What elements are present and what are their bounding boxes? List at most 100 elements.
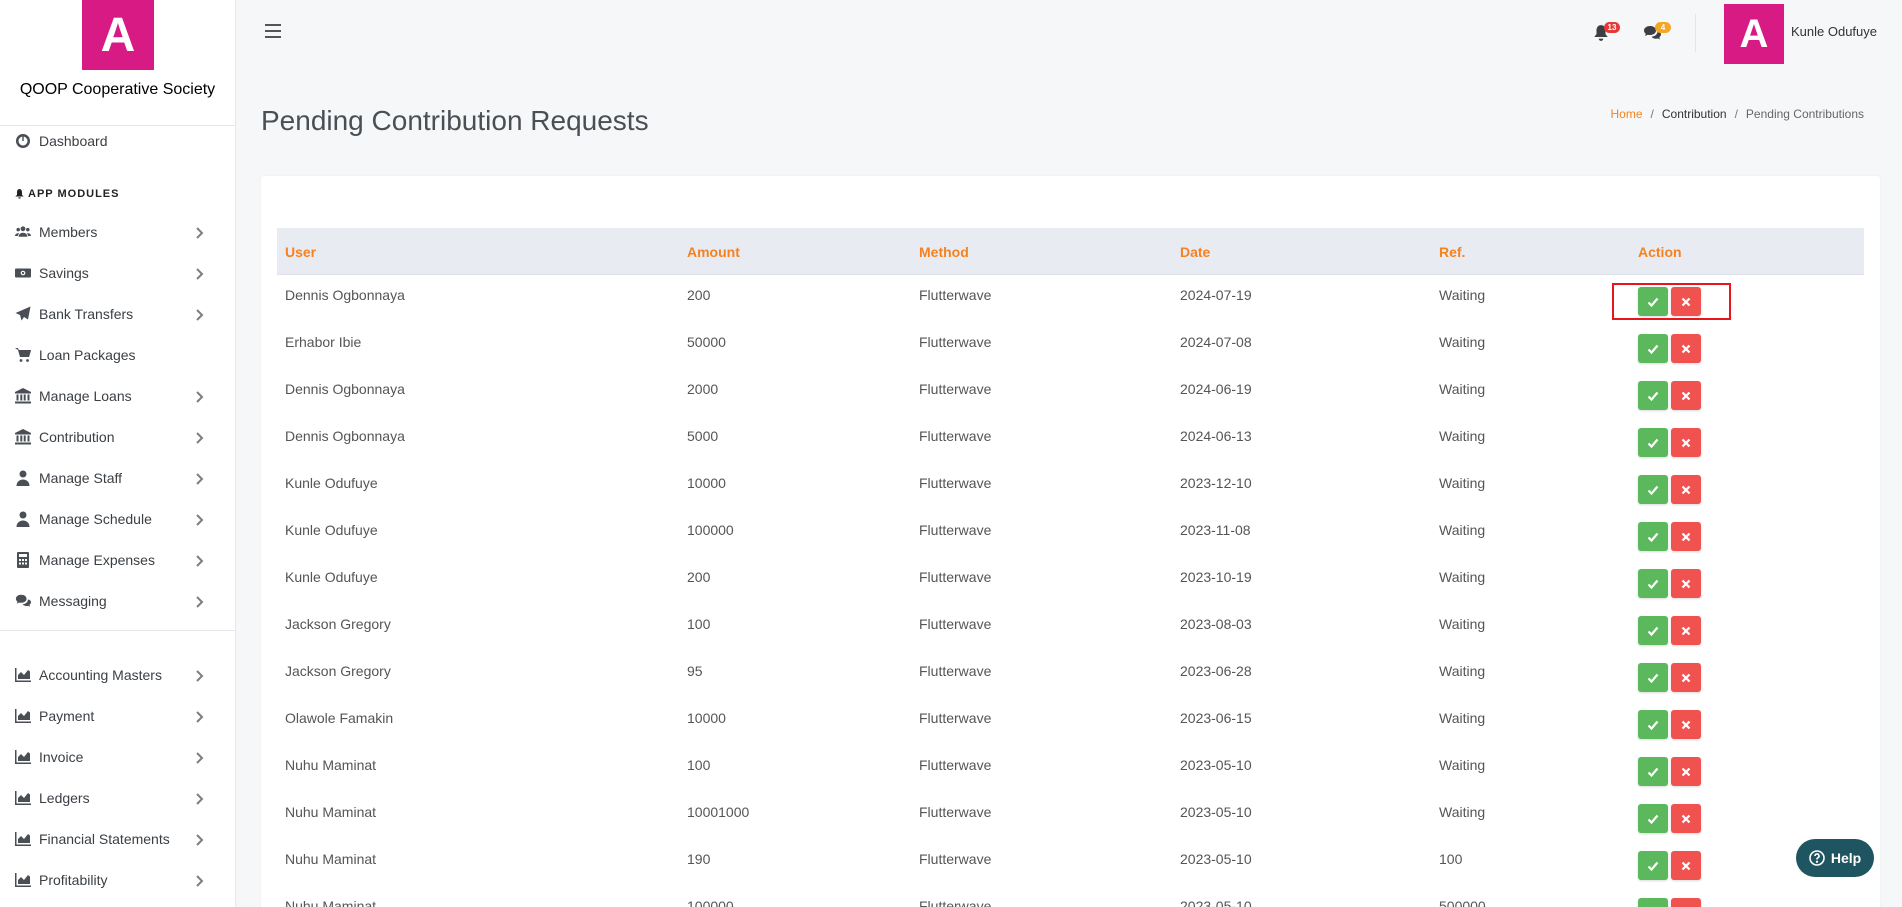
reject-button[interactable] — [1671, 569, 1701, 598]
help-label: Help — [1830, 850, 1862, 866]
approve-button[interactable] — [1638, 475, 1668, 504]
sidebar-item-manage-expenses[interactable]: Manage Expenses — [0, 543, 235, 577]
sidebar-item-bank-transfers[interactable]: Bank Transfers — [0, 297, 235, 331]
chevron-right-icon[interactable] — [193, 267, 205, 280]
reject-button[interactable] — [1671, 334, 1701, 363]
chevron-right-icon[interactable] — [193, 472, 205, 485]
menu-toggle-icon[interactable] — [265, 24, 281, 38]
approve-button[interactable] — [1638, 898, 1668, 907]
column-header-amount[interactable]: Amount — [687, 244, 740, 260]
cell-method: Flutterwave — [919, 851, 992, 867]
reject-button[interactable] — [1671, 804, 1701, 833]
cell-date: 2023-05-10 — [1180, 898, 1252, 907]
check-icon — [1647, 673, 1659, 683]
sidebar-item-members[interactable]: Members — [0, 215, 235, 249]
chart-icon — [15, 872, 35, 888]
sidebar-item-financial-statements[interactable]: Financial Statements — [0, 822, 235, 856]
cell-amount: 10001000 — [687, 804, 750, 820]
sidebar-item-contribution[interactable]: Contribution — [0, 420, 235, 454]
breadcrumb-contribution[interactable]: Contribution — [1662, 107, 1727, 121]
reject-button[interactable] — [1671, 710, 1701, 739]
chevron-right-icon[interactable] — [193, 308, 205, 321]
approve-button[interactable] — [1638, 616, 1668, 645]
chevron-right-icon[interactable] — [193, 874, 205, 887]
cell-amount: 200 — [687, 287, 711, 303]
approve-button[interactable] — [1638, 663, 1668, 692]
notifications-button[interactable]: 13 — [1592, 22, 1620, 42]
cell-method: Flutterwave — [919, 428, 992, 444]
sidebar-item-accounting-masters[interactable]: Accounting Masters — [0, 658, 235, 692]
reject-button[interactable] — [1671, 522, 1701, 551]
chevron-right-icon[interactable] — [193, 390, 205, 403]
sidebar-item-manage-loans[interactable]: Manage Loans — [0, 379, 235, 413]
sidebar-item-ledgers[interactable]: Ledgers — [0, 781, 235, 815]
cell-user: Dennis Ogbonnaya — [285, 381, 405, 397]
cell-user: Nuhu Maminat — [285, 804, 377, 820]
close-icon — [1681, 579, 1691, 588]
user-name[interactable]: Kunle Odufuye — [1791, 24, 1877, 39]
close-icon — [1681, 438, 1691, 447]
close-icon — [1681, 626, 1691, 635]
sidebar-item-profitability[interactable]: Profitability — [0, 863, 235, 897]
chevron-right-icon[interactable] — [193, 792, 205, 805]
reject-button[interactable] — [1671, 428, 1701, 457]
cell-ref: Waiting — [1439, 616, 1486, 632]
approve-button[interactable] — [1638, 334, 1668, 363]
reject-button[interactable] — [1671, 616, 1701, 645]
table-row: Nuhu Maminat 100 Flutterwave 2023-05-10 Wait… — [277, 745, 1864, 792]
chevron-right-icon[interactable] — [193, 226, 205, 239]
header-divider — [1695, 14, 1696, 52]
brand-logo[interactable]: A — [82, 0, 154, 70]
table-row: Jackson Gregory 100 Flutterwave 2023-08-03 W… — [277, 604, 1864, 651]
sidebar-item-manage-schedule[interactable]: Manage Schedule — [0, 502, 235, 536]
chevron-right-icon[interactable] — [193, 554, 205, 567]
reject-button[interactable] — [1671, 475, 1701, 504]
chevron-right-icon[interactable] — [193, 710, 205, 723]
approve-button[interactable] — [1638, 710, 1668, 739]
column-header-ref[interactable]: Ref. — [1439, 244, 1465, 260]
approve-button[interactable] — [1638, 757, 1668, 786]
approve-button[interactable] — [1638, 804, 1668, 833]
sidebar-item-manage-staff[interactable]: Manage Staff — [0, 461, 235, 495]
cell-user: Kunle Odufuye — [285, 522, 378, 538]
reject-button[interactable] — [1671, 757, 1701, 786]
chevron-right-icon[interactable] — [193, 595, 205, 608]
sidebar-item-loan-packages[interactable]: Loan Packages — [0, 338, 235, 372]
chart-icon — [15, 790, 35, 806]
reject-button[interactable] — [1671, 898, 1701, 907]
column-header-user[interactable]: User — [285, 244, 316, 260]
column-header-date[interactable]: Date — [1180, 244, 1210, 260]
sidebar-item-payment[interactable]: Payment — [0, 699, 235, 733]
cell-user: Nuhu Maminat — [285, 851, 377, 867]
column-header-method[interactable]: Method — [919, 244, 969, 260]
chevron-right-icon[interactable] — [193, 669, 205, 682]
chevron-right-icon[interactable] — [193, 833, 205, 846]
avatar[interactable]: A — [1724, 4, 1784, 64]
table-row: Nuhu Maminat 190 Flutterwave 2023-05-10 100 — [277, 839, 1864, 886]
reject-button[interactable] — [1671, 851, 1701, 880]
check-icon — [1647, 438, 1659, 448]
chevron-right-icon[interactable] — [193, 431, 205, 444]
sidebar-item-messaging[interactable]: Messaging — [0, 584, 235, 618]
reject-button[interactable] — [1671, 381, 1701, 410]
sidebar-item-dashboard[interactable]: Dashboard — [0, 124, 235, 158]
chevron-right-icon[interactable] — [193, 513, 205, 526]
approve-button[interactable] — [1638, 851, 1668, 880]
cell-amount: 100000 — [687, 898, 734, 907]
cell-method: Flutterwave — [919, 522, 992, 538]
approve-button[interactable] — [1638, 428, 1668, 457]
sidebar-item-label: Savings — [39, 265, 89, 281]
chevron-right-icon[interactable] — [193, 751, 205, 764]
cell-date: 2023-05-10 — [1180, 851, 1252, 867]
sidebar-item-savings[interactable]: Savings — [0, 256, 235, 290]
approve-button[interactable] — [1638, 381, 1668, 410]
approve-button[interactable] — [1638, 569, 1668, 598]
sidebar-item-invoice[interactable]: Invoice — [0, 740, 235, 774]
approve-button[interactable] — [1638, 522, 1668, 551]
help-button[interactable]: Help — [1796, 839, 1874, 877]
cell-method: Flutterwave — [919, 475, 992, 491]
breadcrumb-home[interactable]: Home — [1611, 107, 1643, 121]
cell-method: Flutterwave — [919, 287, 992, 303]
reject-button[interactable] — [1671, 663, 1701, 692]
messages-button[interactable]: 4 — [1643, 22, 1671, 42]
